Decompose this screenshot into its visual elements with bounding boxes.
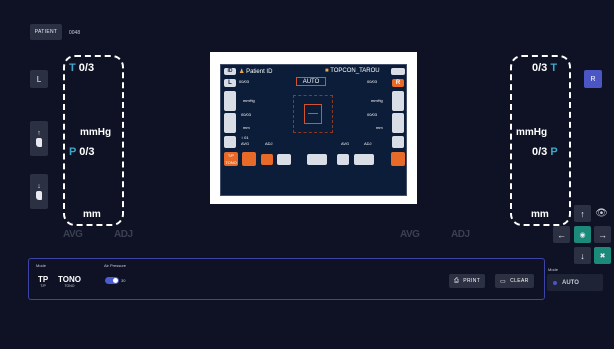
air-pressure-value: 30 [121, 278, 126, 283]
lcd-adjust-button[interactable] [337, 154, 349, 165]
mode-tp-button[interactable]: TP T/P [38, 275, 48, 288]
lcd-auto-button[interactable] [391, 152, 405, 166]
lcd-avg1: AVG [241, 141, 250, 146]
lcd-left-foot-down[interactable] [224, 113, 236, 133]
capture-button[interactable]: ◉ [574, 226, 591, 243]
reset-icon: ✖ [599, 252, 606, 260]
mode-label: Mode [36, 263, 47, 268]
lcd-tp-button[interactable]: T/P TONO [224, 152, 238, 166]
right-pressure-unit: mmHg [516, 127, 548, 138]
lcd-mm-right: mm [376, 125, 383, 130]
arrow-up-icon: ↑ [580, 208, 585, 219]
lcd-adj2: ADJ [364, 141, 372, 146]
left-avg-label: AVG [63, 229, 83, 240]
foot-icon [36, 138, 42, 147]
camera-lcd: ID ♟ Patient ID ■ TOPCON_TAROU AUTO L R … [220, 64, 407, 196]
clear-button[interactable]: ▭ CLEAR [495, 274, 534, 288]
camera-screen: ID ♟ Patient ID ■ TOPCON_TAROU AUTO L R … [210, 52, 417, 204]
person-icon: ♟ [239, 69, 245, 75]
monitor-icon: ■ [325, 68, 329, 74]
lcd-left-foot-up[interactable] [224, 91, 236, 111]
lcd-erase-button[interactable] [354, 154, 374, 165]
left-tonometry-value: T 0/3 [69, 62, 95, 74]
move-left-button[interactable]: ← [553, 226, 570, 243]
left-foot-down-button[interactable]: ↓ [30, 174, 48, 209]
right-thickness-unit: mm [531, 209, 549, 220]
alignment-target [304, 104, 322, 124]
left-pressure-unit: mmHg [80, 127, 112, 138]
right-pachy-value: 0/3 P [532, 146, 558, 158]
air-pressure-label: Air Pressure [104, 263, 127, 268]
left-adj-label: ADJ [114, 229, 133, 240]
printer-icon: ⎙ [454, 277, 460, 284]
lcd-list-button[interactable] [277, 154, 291, 165]
lcd-l-button[interactable]: L [224, 79, 236, 87]
arrow-down-icon: ↓ [37, 183, 41, 190]
lcd-tool-button[interactable] [391, 68, 405, 75]
left-readout-frame [63, 55, 124, 226]
patient-number: 0048 [69, 30, 81, 36]
lcd-r-button[interactable]: R [392, 79, 404, 87]
arrow-down-icon: ↓ [580, 250, 585, 261]
right-readout-frame [510, 55, 571, 226]
patient-button[interactable]: PATIENT [30, 24, 62, 40]
lcd-mmhg-right: mmHg [371, 98, 383, 103]
left-thickness-unit: mm [83, 209, 101, 220]
lcd-right-foot-down[interactable] [392, 113, 404, 133]
right-tonometry-value: 0/3 T [532, 62, 558, 74]
auto-mode-selector[interactable]: AUTO [547, 274, 603, 291]
lcd-device-name: ■ TOPCON_TAROU [325, 68, 380, 74]
lcd-mm-left: mm [243, 125, 250, 130]
left-pachy-value: P 0/3 [69, 146, 95, 158]
lcd-adj1: ADJ [265, 141, 273, 146]
right-adj-label: ADJ [451, 229, 470, 240]
lcd-avg2: AVG [341, 141, 350, 146]
lcd-auto-label: AUTO [296, 77, 326, 86]
lcd-left-val1: 00/03 [239, 79, 250, 84]
right-avg-label: AVG [400, 229, 420, 240]
arrow-up-icon: ↑ [37, 130, 41, 137]
arrow-left-icon: ← [557, 229, 566, 240]
lcd-right-val2: 00/03 [367, 112, 378, 117]
camera-icon: ◉ [579, 231, 586, 239]
radio-dot-icon [553, 280, 557, 285]
lcd-right-foot-up[interactable] [392, 91, 404, 111]
lcd-count: ↕ 01 [241, 135, 249, 140]
lcd-mmhg-left: mmHg [243, 98, 255, 103]
move-right-button[interactable]: → [594, 226, 611, 243]
move-up-button[interactable]: ↑ [574, 205, 591, 222]
left-foot-up-button[interactable]: ↑ [30, 121, 48, 156]
alignment-crosshair [308, 113, 318, 114]
move-down-button[interactable]: ↓ [574, 247, 591, 264]
lcd-multi-button[interactable] [261, 154, 273, 165]
lcd-patient-id: ♟ Patient ID [239, 69, 273, 75]
lcd-right-action[interactable] [392, 136, 404, 148]
print-button[interactable]: ⎙ PRINT [449, 274, 486, 288]
lcd-print-button[interactable] [307, 154, 327, 165]
lcd-left-val2: 00/03 [241, 112, 252, 117]
lcd-left-action[interactable] [224, 136, 236, 148]
foot-icon [36, 191, 42, 200]
reset-button[interactable]: ✖ [594, 247, 611, 264]
control-panel: Mode TP T/P TONO TONO Air Pressure 30 ⎙ … [28, 258, 545, 300]
arrow-right-icon: → [598, 229, 607, 240]
lcd-mode-button[interactable] [242, 152, 256, 166]
lcd-right-val1: 00/03 [367, 79, 378, 84]
eye-icon[interactable]: 👁 [593, 205, 610, 222]
trash-icon: ▭ [500, 278, 507, 285]
mode-tono-button[interactable]: TONO TONO [58, 275, 81, 288]
right-mode-label: Mode [548, 267, 559, 272]
left-eye-button[interactable]: L [30, 70, 48, 88]
lcd-id-button[interactable]: ID [224, 68, 236, 75]
air-pressure-toggle[interactable] [105, 277, 119, 284]
right-eye-button[interactable]: R [584, 70, 602, 88]
